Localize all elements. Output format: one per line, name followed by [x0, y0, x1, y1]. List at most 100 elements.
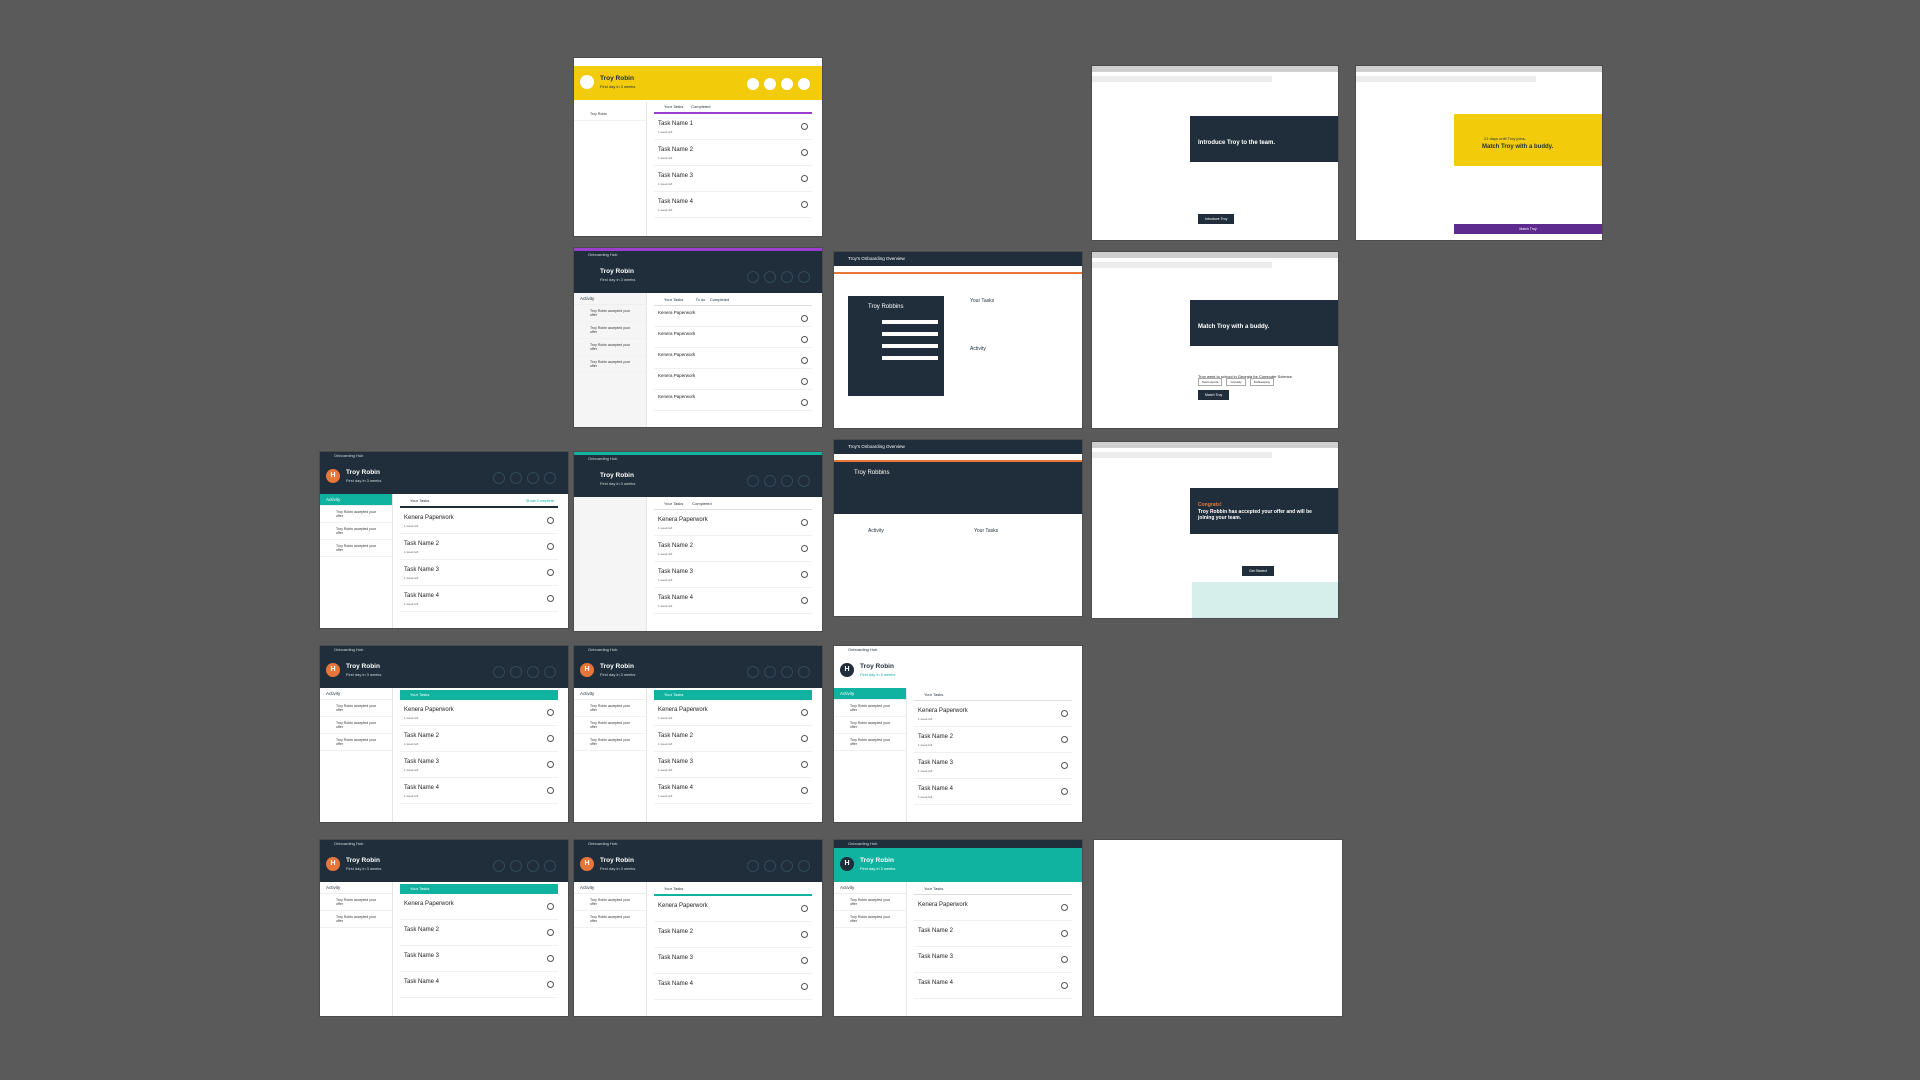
overview-tasks-label[interactable]: Your Tasks — [970, 298, 994, 304]
task-status-icon[interactable] — [1061, 930, 1068, 937]
task-row[interactable]: Task Name 2 — [654, 922, 812, 948]
overview-tabs[interactable] — [834, 454, 1082, 462]
task-status-icon[interactable] — [547, 569, 554, 576]
task-status-icon[interactable] — [801, 787, 808, 794]
task-status-icon[interactable] — [801, 597, 808, 604]
show-complete-link[interactable]: Show Complete — [526, 496, 554, 506]
tab-your-tasks[interactable]: Your Tasks — [410, 498, 429, 503]
task-status-icon[interactable] — [801, 175, 808, 182]
activity-label[interactable]: Activity — [574, 688, 646, 700]
task-status-icon[interactable] — [547, 735, 554, 742]
task-row[interactable]: Task Name 3 — [654, 948, 812, 974]
task-row[interactable]: Task Name 1 1 week left — [654, 114, 812, 140]
task-status-icon[interactable] — [801, 983, 808, 990]
task-row[interactable]: Kenera Paperwork — [654, 348, 812, 369]
task-status-icon[interactable] — [1061, 736, 1068, 743]
tab-your-tasks[interactable]: Your Tasks — [664, 104, 683, 109]
task-row[interactable]: Task Name 4 1 week left — [400, 778, 558, 804]
task-status-icon[interactable] — [1061, 982, 1068, 989]
introduce-button[interactable]: Introduce Troy — [1198, 214, 1235, 224]
task-status-icon[interactable] — [801, 519, 808, 526]
task-row[interactable]: Task Name 2 1 week left — [654, 140, 812, 166]
task-status-icon[interactable] — [1061, 956, 1068, 963]
overview-activity-label[interactable]: Activity — [868, 528, 884, 534]
task-status-icon[interactable] — [801, 378, 808, 385]
task-status-icon[interactable] — [547, 517, 554, 524]
task-status-icon[interactable] — [547, 595, 554, 602]
task-status-icon[interactable] — [801, 336, 808, 343]
task-status-icon[interactable] — [547, 955, 554, 962]
task-row[interactable]: Task Name 4 1 week left — [914, 779, 1072, 805]
task-status-icon[interactable] — [801, 957, 808, 964]
task-row[interactable]: Task Name 3 1 week left — [654, 562, 812, 588]
tab-your-tasks[interactable]: Your Tasks — [664, 501, 683, 506]
task-status-icon[interactable] — [801, 545, 808, 552]
task-row[interactable]: Kenera Paperwork 1 week left — [654, 700, 812, 726]
tab-your-tasks[interactable]: Your Tasks — [410, 886, 429, 891]
tasks-tab-bar[interactable]: Your Tasks Show Complete — [400, 496, 558, 508]
activity-label[interactable]: Activity — [574, 882, 646, 894]
tab-to-do[interactable]: To do — [696, 297, 706, 302]
task-status-icon[interactable] — [801, 709, 808, 716]
task-row[interactable]: Task Name 2 1 week left — [400, 726, 558, 752]
task-status-icon[interactable] — [1061, 788, 1068, 795]
task-status-icon[interactable] — [801, 315, 808, 322]
tasks-tab-bar[interactable]: Your Tasks Completed — [654, 102, 812, 114]
overview-tabs[interactable] — [834, 266, 1082, 274]
tab-completed[interactable]: Completed — [692, 501, 711, 506]
task-row[interactable]: Task Name 3 — [400, 946, 558, 972]
task-status-icon[interactable] — [801, 357, 808, 364]
task-row[interactable]: Task Name 3 1 week left — [654, 752, 812, 778]
task-status-icon[interactable] — [801, 761, 808, 768]
task-row[interactable]: Task Name 4 1 week left — [654, 588, 812, 614]
task-row[interactable]: Kenera Paperwork — [654, 327, 812, 348]
task-row[interactable]: Task Name 3 1 week left — [654, 166, 812, 192]
tab-your-tasks[interactable]: Your Tasks — [924, 886, 943, 891]
task-row[interactable]: Task Name 2 1 week left — [654, 536, 812, 562]
task-status-icon[interactable] — [547, 981, 554, 988]
task-row[interactable]: Kenera Paperwork 1 week left — [400, 508, 558, 534]
task-row[interactable]: Task Name 4 1 week left — [400, 586, 558, 612]
activity-label[interactable]: Activity — [320, 688, 392, 700]
task-row[interactable]: Task Name 4 1 week left — [654, 192, 812, 218]
task-status-icon[interactable] — [547, 709, 554, 716]
tag[interactable]: Fishkeeping — [1249, 378, 1274, 386]
task-row[interactable]: Task Name 4 — [400, 972, 558, 998]
task-status-icon[interactable] — [801, 735, 808, 742]
task-status-icon[interactable] — [1061, 762, 1068, 769]
overview-activity-label[interactable]: Activity — [970, 346, 986, 352]
task-status-icon[interactable] — [547, 929, 554, 936]
tasks-tab-bar[interactable]: Your Tasks — [654, 884, 812, 896]
tab-your-tasks[interactable]: Your Tasks — [410, 692, 429, 697]
task-row[interactable]: Kenera Paperwork 1 week left — [914, 701, 1072, 727]
task-row[interactable]: Task Name 2 1 week left — [654, 726, 812, 752]
activity-label[interactable]: Activity — [320, 494, 392, 506]
sidebar-person[interactable]: Troy Robin — [574, 108, 646, 121]
task-row[interactable]: Task Name 2 — [400, 920, 558, 946]
task-status-icon[interactable] — [801, 931, 808, 938]
task-status-icon[interactable] — [801, 123, 808, 130]
tag[interactable]: Team sports — [1198, 378, 1223, 386]
task-row[interactable]: Kenera Paperwork — [654, 369, 812, 390]
task-status-icon[interactable] — [801, 201, 808, 208]
tasks-tab-bar[interactable]: Your Tasks — [914, 690, 1072, 701]
task-row[interactable]: Task Name 3 1 week left — [914, 753, 1072, 779]
task-row[interactable]: Kenera Paperwork — [654, 896, 812, 922]
task-row[interactable]: Kenera Paperwork — [654, 306, 812, 327]
task-status-icon[interactable] — [1061, 710, 1068, 717]
activity-label[interactable]: Activity — [320, 882, 392, 894]
tasks-tab-bar[interactable]: Your Tasks — [914, 884, 1072, 895]
task-row[interactable]: Task Name 4 — [914, 973, 1072, 999]
task-row[interactable]: Task Name 4 — [654, 974, 812, 1000]
tag[interactable]: Comedy — [1226, 378, 1246, 386]
tasks-tab-bar[interactable]: Your Tasks — [400, 884, 558, 894]
task-status-icon[interactable] — [801, 149, 808, 156]
task-row[interactable]: Kenera Paperwork — [400, 894, 558, 920]
task-row[interactable]: Task Name 2 1 week left — [400, 534, 558, 560]
overview-tasks-label[interactable]: Your Tasks — [974, 528, 998, 534]
activity-label[interactable]: Activity — [834, 882, 906, 894]
tasks-tab-bar[interactable]: Your Tasks — [400, 690, 558, 700]
task-status-icon[interactable] — [1061, 904, 1068, 911]
task-row[interactable]: Kenera Paperwork 1 week left — [654, 510, 812, 536]
tasks-tab-bar[interactable]: Your Tasks — [654, 690, 812, 700]
